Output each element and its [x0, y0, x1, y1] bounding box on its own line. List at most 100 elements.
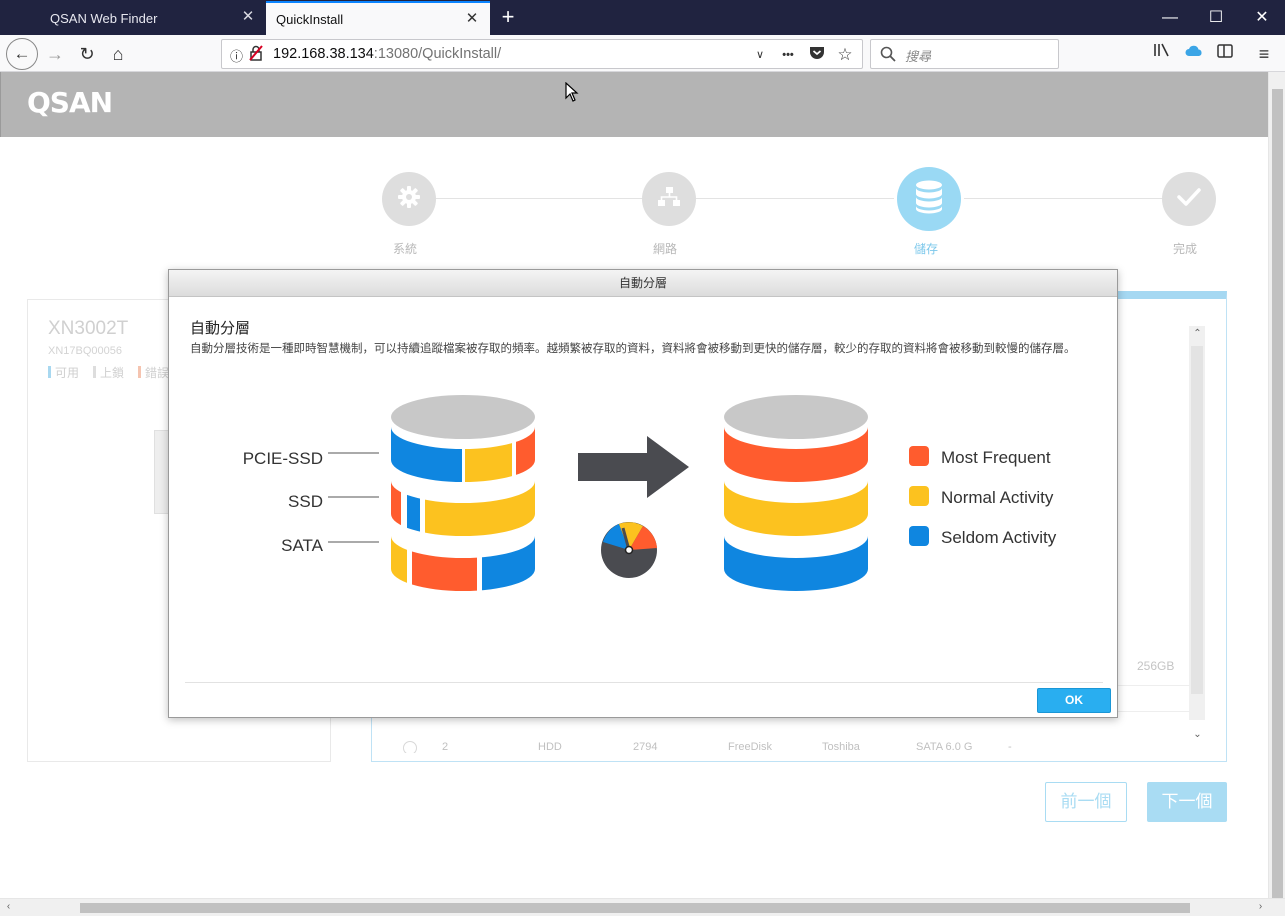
info-icon[interactable]: ⓘ — [230, 46, 246, 64]
speed-gauge-icon — [601, 522, 657, 578]
library-icon[interactable] — [1147, 39, 1177, 69]
disk-status: FreeDisk — [728, 741, 773, 753]
scroll-up-icon[interactable]: ⌃ — [1189, 328, 1206, 339]
new-tab-plus-icon[interactable]: + — [496, 5, 520, 29]
minimize-icon[interactable]: — — [1147, 0, 1193, 35]
maximize-icon[interactable]: ☐ — [1193, 0, 1239, 35]
sidebar-icon[interactable] — [1210, 39, 1240, 69]
legend-swatch-most-frequent — [909, 446, 929, 466]
disk-index: 2 — [442, 741, 449, 753]
network-icon — [656, 186, 682, 213]
legend-error: 錯誤 — [138, 364, 169, 381]
disk-capacity: 2794 — [633, 741, 658, 753]
url-path: :13080/QuickInstall/ — [373, 46, 502, 62]
step-label-storage: 儲存 — [913, 242, 938, 256]
device-model: XN3002T — [48, 318, 129, 339]
dialog-description: 自動分層技術是一種即時智慧機制，可以持續追蹤檔案被存取的頻率。越頻繁被存取的資料… — [190, 343, 1076, 355]
legend-locked: 上鎖 — [93, 364, 124, 381]
disk-extra: - — [1008, 741, 1012, 753]
legend-swatch-seldom-activity — [909, 526, 929, 546]
step-done — [1162, 172, 1216, 226]
tab-title: QuickInstall — [276, 11, 344, 27]
browser-tab-qsan-web-finder[interactable]: QSAN Web Finder ✕ — [40, 1, 266, 35]
hamburger-menu-icon[interactable]: ≡ — [1249, 39, 1279, 69]
step-storage-inner — [897, 167, 961, 231]
window-close-icon[interactable]: ✕ — [1239, 0, 1285, 35]
scrollbar-thumb[interactable] — [80, 903, 1190, 913]
chevron-down-icon[interactable]: ∨ — [749, 44, 771, 66]
search-placeholder: 搜尋 — [905, 49, 932, 64]
tier-label-sata: SATA — [281, 536, 324, 555]
tab-title: QSAN Web Finder — [50, 10, 158, 26]
step-storage — [894, 164, 964, 234]
check-icon — [1176, 186, 1202, 213]
search-icon — [880, 46, 896, 62]
dialog-divider — [185, 682, 1103, 683]
page-vertical-scrollbar[interactable] — [1268, 72, 1285, 912]
url-bar[interactable]: ⓘ 192.168.38.134:13080/QuickInstall/ ∨ •… — [221, 39, 863, 69]
previous-button[interactable]: 前一個 — [1045, 782, 1127, 822]
tier-label-ssd: SSD — [288, 492, 323, 511]
arrow-right-icon — [578, 436, 689, 498]
close-icon[interactable]: ✕ — [240, 9, 256, 25]
url-text[interactable]: 192.168.38.134:13080/QuickInstall/ — [273, 46, 501, 62]
qsan-logo: QSAN — [27, 86, 113, 119]
browser-navbar: ← → ↻ ⌂ ⓘ 192.168.38.134:13080/QuickInst… — [0, 35, 1285, 72]
auto-tiering-dialog: 自動分層 自動分層 自動分層技術是一種即時智慧機制，可以持續追蹤檔案被存取的頻率… — [168, 269, 1118, 718]
close-icon[interactable]: ✕ — [464, 11, 480, 27]
home-icon[interactable]: ⌂ — [103, 39, 133, 69]
dialog-title: 自動分層 — [169, 270, 1117, 297]
app-header: QSAN — [0, 72, 1268, 137]
row-checkbox[interactable] — [403, 741, 417, 753]
scroll-right-icon[interactable]: › — [1252, 901, 1269, 912]
step-label-done: 完成 — [1172, 242, 1197, 256]
step-connector — [436, 198, 642, 199]
mixed-data-database-graphic — [391, 395, 535, 591]
bookmark-star-icon[interactable]: ☆ — [834, 44, 856, 66]
disk-legend: 可用 上鎖 錯誤 — [48, 364, 169, 381]
insecure-lock-icon[interactable] — [249, 45, 265, 63]
gear-icon — [396, 184, 422, 215]
scroll-down-icon[interactable]: ⌄ — [1189, 729, 1206, 740]
tier-label-pcie-ssd: PCIE-SSD — [243, 449, 323, 468]
step-system — [382, 172, 436, 226]
auto-tiering-diagram: PCIE-SSD SSD SATA Most Frequent Normal A… — [243, 395, 1057, 591]
legend-most-frequent: Most Frequent — [941, 448, 1051, 467]
pocket-icon[interactable] — [806, 44, 828, 66]
database-icon — [914, 180, 944, 219]
scrollbar-thumb[interactable] — [1272, 89, 1283, 912]
browser-titlebar: QSAN Web Finder ✕ QuickInstall ✕ + — ☐ ✕ — [0, 0, 1285, 35]
next-button[interactable]: 下一個 — [1147, 782, 1227, 822]
tiered-data-database-graphic — [724, 395, 868, 591]
forward-arrow-icon[interactable]: → — [40, 39, 70, 69]
url-host: 192.168.38.134 — [273, 46, 374, 62]
disk-size: 256GB — [1137, 659, 1175, 673]
reload-icon[interactable]: ↻ — [72, 39, 102, 69]
legend-swatch-normal-activity — [909, 486, 929, 506]
ok-button[interactable]: OK — [1037, 688, 1111, 713]
disk-type: HDD — [538, 741, 562, 753]
search-field[interactable]: 搜尋 — [870, 39, 1059, 69]
disk-list-scrollbar[interactable]: ⌃ ⌄ — [1189, 326, 1206, 740]
device-serial: XN17BQ00056 — [48, 345, 122, 357]
disk-interface: SATA 6.0 G — [916, 741, 973, 753]
step-label-network: 網路 — [652, 242, 677, 256]
more-actions-icon[interactable]: ••• — [777, 44, 799, 66]
back-arrow-icon[interactable]: ← — [6, 38, 38, 70]
browser-tab-quickinstall[interactable]: QuickInstall ✕ — [266, 1, 490, 35]
legend-normal-activity: Normal Activity — [941, 488, 1054, 507]
table-row[interactable]: 2 HDD 2794 FreeDisk Toshiba SATA 6.0 G - — [372, 739, 1190, 753]
step-connector — [964, 198, 1162, 199]
mouse-pointer-icon — [565, 82, 579, 102]
scroll-left-icon[interactable]: ‹ — [0, 901, 17, 912]
cloud-sync-icon[interactable] — [1179, 39, 1209, 69]
step-label-system: 系統 — [392, 242, 417, 256]
step-connector — [696, 198, 894, 199]
legend-available: 可用 — [48, 364, 79, 381]
step-network — [642, 172, 696, 226]
scrollbar-thumb[interactable] — [1191, 346, 1203, 694]
disk-vendor: Toshiba — [822, 741, 860, 753]
dialog-heading: 自動分層 — [190, 320, 251, 337]
page-horizontal-scrollbar[interactable]: ‹ › — [0, 898, 1285, 916]
legend-seldom-activity: Seldom Activity — [941, 528, 1057, 547]
